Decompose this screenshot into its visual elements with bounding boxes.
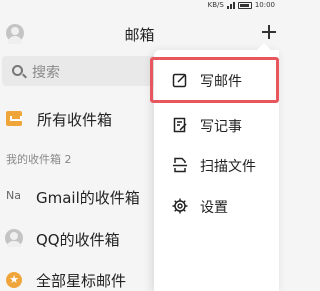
starred-label: 全部星标邮件 <box>36 272 127 290</box>
gmail-inbox-label: Gmail的收件箱 <box>36 189 140 207</box>
menu-item-label: 设置 <box>200 200 228 216</box>
all-inbox-label: 所有收件箱 <box>37 111 113 129</box>
signal-icon <box>226 1 235 9</box>
section-title: 我的收件箱 2 <box>6 153 72 166</box>
star-icon: ★ <box>6 272 22 288</box>
menu-item-scan[interactable]: 扫描文件 <box>154 146 279 186</box>
search-placeholder: 搜索 <box>32 65 60 81</box>
battery-icon <box>237 1 252 9</box>
inbox-icon <box>6 111 22 126</box>
gear-icon <box>172 198 188 214</box>
highlight-box <box>150 57 279 103</box>
network-speed: KB/S <box>207 1 224 9</box>
menu-item-label: 写记事 <box>200 119 242 135</box>
status-indicators: KB/S 10:00 <box>208 0 275 11</box>
page-title: 邮箱 <box>124 26 155 44</box>
note-icon <box>173 117 187 133</box>
app-header: 邮箱 <box>0 14 279 54</box>
search-icon <box>12 65 23 76</box>
qq-avatar-icon <box>5 229 23 247</box>
menu-item-settings[interactable]: 设置 <box>154 187 279 227</box>
account-prefix: Na <box>6 189 21 202</box>
clock: 10:00 <box>254 1 275 9</box>
scan-icon <box>173 157 187 173</box>
qq-inbox-label: QQ的收件箱 <box>36 231 120 249</box>
menu-item-note[interactable]: 写记事 <box>154 106 279 146</box>
menu-item-label: 扫描文件 <box>200 159 256 175</box>
status-bar: KB/S 10:00 <box>0 0 279 14</box>
